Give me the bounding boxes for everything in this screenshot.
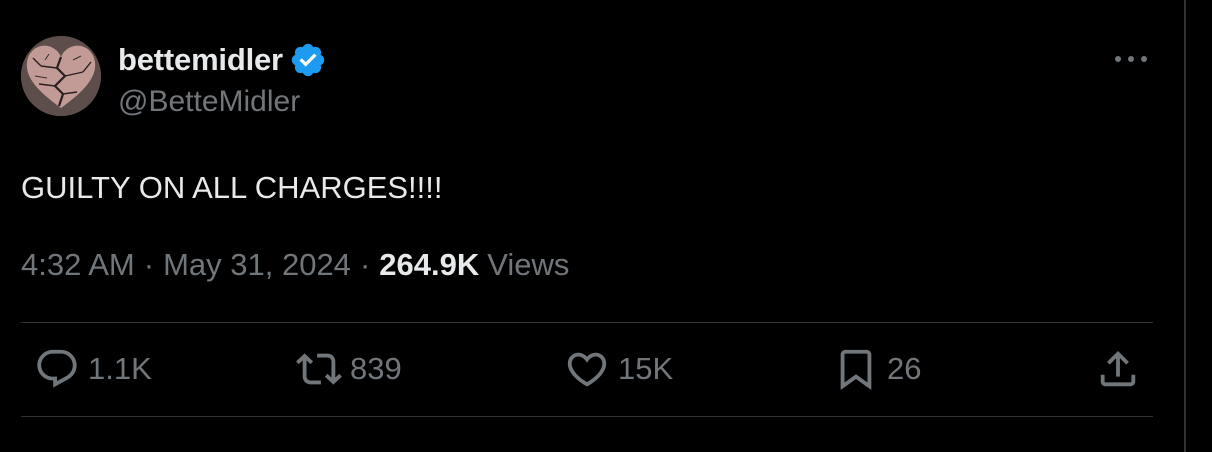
- bookmark-button[interactable]: 26: [833, 334, 921, 404]
- bookmark-icon: [840, 349, 872, 390]
- meta-separator: ·: [359, 247, 371, 282]
- meta-separator: ·: [143, 247, 155, 282]
- more-horizontal-icon: [1115, 56, 1147, 62]
- like-button[interactable]: 15K: [564, 334, 673, 404]
- views-label[interactable]: Views: [487, 247, 569, 283]
- tweet-text: GUILTY ON ALL CHARGES!!!!: [21, 170, 443, 205]
- more-options-button[interactable]: [1109, 48, 1153, 70]
- retweet-icon: [296, 353, 342, 385]
- author-display-name[interactable]: bettemidler: [118, 42, 283, 78]
- divider: [21, 322, 1153, 323]
- reply-count: 1.1K: [88, 351, 152, 386]
- divider: [21, 416, 1153, 417]
- timeline-right-border: [1184, 0, 1186, 452]
- tweet-time[interactable]: 4:32 AM: [21, 247, 135, 283]
- reply-button[interactable]: 1.1K: [34, 334, 152, 404]
- reply-icon: [37, 349, 77, 388]
- retweet-button[interactable]: 839: [296, 334, 402, 404]
- cracked-heart-avatar-icon: [21, 36, 101, 116]
- tweet-actions: 1.1K 839 15K 26: [21, 334, 1153, 404]
- avatar[interactable]: [21, 36, 101, 116]
- author-handle[interactable]: @BetteMidler: [118, 85, 327, 119]
- bookmark-count: 26: [887, 351, 922, 386]
- author-name-row: bettemidler: [118, 40, 327, 80]
- share-button[interactable]: [1095, 334, 1141, 404]
- tweet-metadata: 4:32 AM · May 31, 2024 · 264.9K Views: [21, 247, 569, 283]
- tweet-author: bettemidler @BetteMidler: [118, 40, 327, 119]
- views-count[interactable]: 264.9K: [379, 247, 479, 283]
- like-count: 15K: [618, 351, 674, 386]
- heart-icon: [567, 352, 607, 387]
- share-icon: [1100, 350, 1136, 387]
- retweet-count: 839: [350, 351, 402, 386]
- tweet-date[interactable]: May 31, 2024: [163, 247, 351, 283]
- verified-badge-icon[interactable]: [289, 41, 327, 79]
